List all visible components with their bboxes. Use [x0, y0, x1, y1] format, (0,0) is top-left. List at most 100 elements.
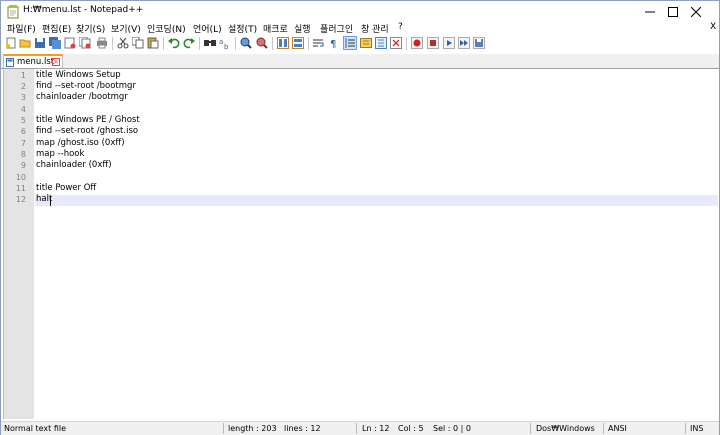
- menu-help[interactable]: ?: [398, 22, 403, 32]
- toolbar-separator: [272, 37, 273, 50]
- line-number: 5: [20, 116, 26, 125]
- svg-text:a: a: [219, 38, 223, 46]
- word-wrap-icon[interactable]: [312, 37, 324, 49]
- status-separator: [356, 423, 357, 434]
- replace-icon[interactable]: ab: [219, 37, 231, 49]
- status-separator: [603, 423, 604, 434]
- paste-icon[interactable]: [147, 37, 159, 49]
- menu-file[interactable]: 파일(F): [7, 22, 36, 35]
- line-number: 1: [20, 71, 26, 80]
- undo-icon[interactable]: [168, 37, 180, 49]
- line-number: 4: [20, 105, 26, 114]
- line-number: 9: [20, 161, 26, 170]
- print-icon[interactable]: [96, 37, 108, 49]
- code-line: find --set-root /bootmgr: [36, 81, 136, 91]
- redo-icon[interactable]: [183, 37, 195, 49]
- menu-search[interactable]: 찾기(S): [76, 22, 105, 35]
- status-file-type: Normal text file: [4, 424, 67, 433]
- line-number: 2: [20, 82, 26, 91]
- current-line-highlight: [35, 195, 718, 206]
- play-macro-icon[interactable]: [443, 37, 455, 49]
- toolbar-separator: [235, 37, 236, 50]
- editor-area[interactable]: 1 2 3 4 5 6 7 8 9 10 11 12 title Windows…: [3, 69, 718, 419]
- copy-icon[interactable]: [132, 37, 144, 49]
- line-number: 10: [15, 173, 26, 182]
- toolbar: ab ¶: [1, 36, 719, 52]
- toolbar-separator: [308, 37, 309, 50]
- tab-menu-lst[interactable]: menu.lst ×: [3, 54, 63, 68]
- code-line: title Power Off: [36, 183, 97, 193]
- close-document-x[interactable]: X: [710, 22, 716, 32]
- cut-icon[interactable]: [117, 37, 129, 49]
- menu-window[interactable]: 창 관리: [361, 22, 389, 35]
- status-column: Col : 5: [398, 424, 424, 433]
- line-number: 12: [15, 195, 26, 204]
- code-line: find --set-root /ghost.iso: [36, 126, 139, 136]
- status-length: length : 203: [228, 424, 277, 433]
- menu-view[interactable]: 보기(V): [111, 22, 141, 35]
- line-number: 3: [20, 93, 26, 102]
- stop-macro-icon[interactable]: [427, 37, 439, 49]
- code-line: title Windows Setup: [36, 70, 121, 80]
- run-macro-multiple-icon[interactable]: [458, 37, 470, 49]
- line-number-gutter: 1 2 3 4 5 6 7 8 9 10 11 12: [4, 69, 34, 419]
- toolbar-separator: [406, 37, 407, 50]
- status-eol-format: Dos₩Windows: [536, 424, 595, 433]
- menu-macro[interactable]: 매크로: [263, 22, 288, 35]
- status-separator: [530, 423, 531, 434]
- window-title: H:₩menu.lst - Notepad++: [23, 5, 144, 15]
- close-icon[interactable]: [64, 37, 76, 49]
- document-map-icon[interactable]: [360, 37, 372, 49]
- save-macro-icon[interactable]: [473, 37, 485, 49]
- status-line-number: Ln : 12: [362, 424, 390, 433]
- toolbar-separator: [199, 37, 200, 50]
- find-icon[interactable]: [204, 37, 216, 49]
- toolbar-separator: [112, 37, 113, 50]
- title-bar[interactable]: H:₩menu.lst - Notepad++: [1, 1, 719, 23]
- status-separator: [685, 423, 686, 434]
- open-icon[interactable]: [19, 37, 31, 49]
- line-number: 11: [15, 184, 26, 193]
- folder-workspace-icon[interactable]: [390, 37, 402, 49]
- zoom-in-icon[interactable]: [240, 37, 252, 49]
- sync-vertical-icon[interactable]: [277, 37, 289, 49]
- status-encoding: ANSI: [608, 424, 627, 433]
- document-icon: [6, 58, 14, 67]
- close-all-icon[interactable]: [79, 37, 91, 49]
- save-icon[interactable]: [34, 37, 46, 49]
- status-bar: Normal text file length : 203 lines : 12…: [1, 421, 719, 435]
- menu-plugins[interactable]: 플러그인: [320, 22, 353, 35]
- show-all-chars-icon[interactable]: ¶: [328, 37, 340, 49]
- record-macro-icon[interactable]: [411, 37, 423, 49]
- zoom-out-icon[interactable]: [256, 37, 268, 49]
- status-insert-mode: INS: [690, 424, 704, 433]
- line-number: 8: [20, 150, 26, 159]
- new-file-icon[interactable]: [5, 37, 17, 49]
- code-line: map --hook: [36, 149, 85, 159]
- tab-close-icon[interactable]: ×: [52, 58, 60, 66]
- function-list-icon[interactable]: [375, 37, 387, 49]
- menu-encoding[interactable]: 인코딩(N): [147, 22, 186, 35]
- line-number: 6: [20, 127, 26, 136]
- line-number: 7: [20, 139, 26, 148]
- indent-guide-icon[interactable]: [343, 36, 357, 50]
- menu-edit[interactable]: 편집(E): [42, 22, 71, 35]
- menu-settings[interactable]: 설정(T): [228, 22, 257, 35]
- status-separator: [223, 423, 224, 434]
- toolbar-separator: [163, 37, 164, 50]
- svg-text:b: b: [224, 43, 229, 49]
- menu-run[interactable]: 실행: [294, 22, 311, 35]
- close-window-button[interactable]: [673, 1, 719, 23]
- tab-bar: menu.lst ×: [1, 54, 719, 68]
- code-line: map /ghost.iso (0xff): [36, 138, 125, 148]
- menu-language[interactable]: 언어(L): [193, 22, 222, 35]
- text-caret: [50, 196, 51, 206]
- save-all-icon[interactable]: [49, 37, 61, 49]
- sync-horizontal-icon[interactable]: [292, 37, 304, 49]
- code-line: chainloader (0xff): [36, 160, 112, 170]
- tab-label: menu.lst: [17, 57, 55, 67]
- code-line: chainloader /bootmgr: [36, 92, 128, 102]
- code-line: title Windows PE / Ghost: [36, 115, 140, 125]
- close-icon: [691, 7, 701, 17]
- notepad-plus-plus-app-icon: [7, 5, 20, 19]
